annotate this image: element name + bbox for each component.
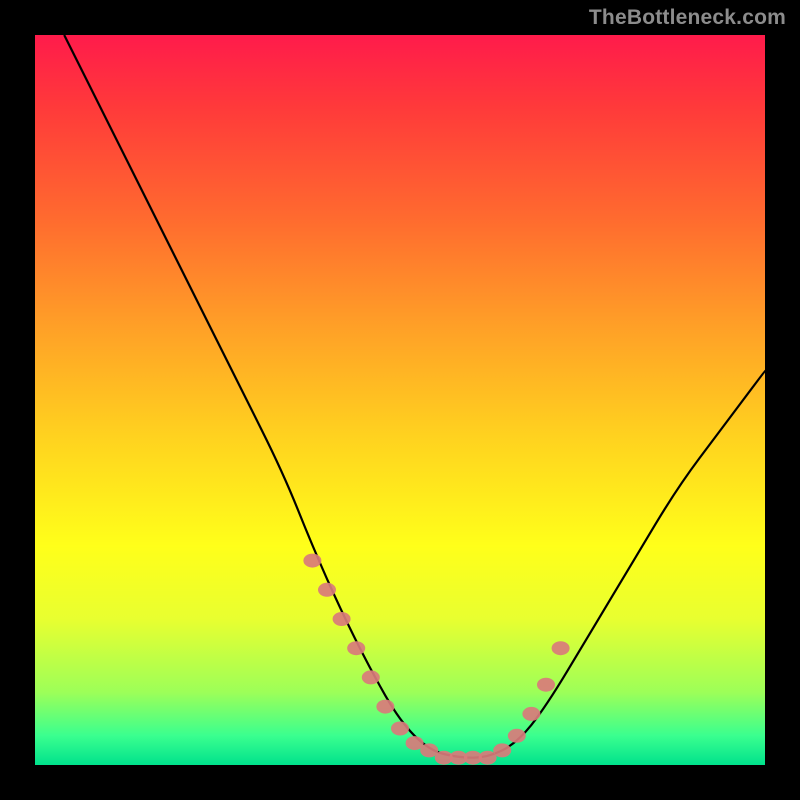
curve-line [64,35,765,758]
plot-area [35,35,765,765]
chart-container: TheBottleneck.com [0,0,800,800]
valley-marker [318,583,336,597]
valley-marker [493,743,511,757]
valley-marker [333,612,351,626]
valley-marker [522,707,540,721]
valley-marker [391,722,409,736]
valley-marker [552,641,570,655]
valley-marker [362,670,380,684]
valley-marker [347,641,365,655]
valley-marker [508,729,526,743]
valley-marker [537,678,555,692]
valley-marker [376,700,394,714]
watermark-text: TheBottleneck.com [589,6,786,30]
valley-markers [303,554,569,765]
bottleneck-curve-svg [35,35,765,765]
valley-marker [303,554,321,568]
